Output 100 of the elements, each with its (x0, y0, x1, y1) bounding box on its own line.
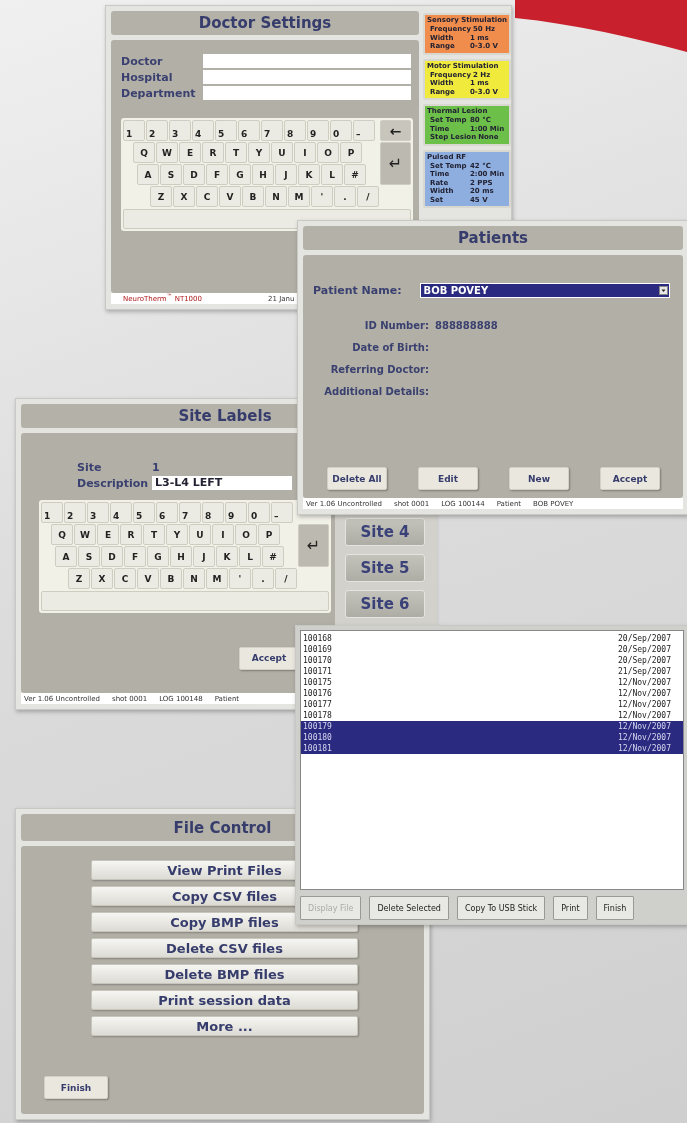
keyboard-key[interactable]: J (193, 546, 215, 567)
file-row[interactable]: 100177 12/Nov/2007 (301, 699, 683, 710)
keyboard-key[interactable]: Q (51, 524, 73, 545)
keyboard-key[interactable]: S (78, 546, 100, 567)
keyboard-key[interactable]: ' (229, 568, 251, 589)
file-action-button[interactable]: Delete CSV files (91, 938, 358, 958)
keyboard-key[interactable]: C (114, 568, 136, 589)
file-row[interactable]: 100171 21/Sep/2007 (301, 666, 683, 677)
keyboard-key[interactable]: – (271, 502, 293, 523)
keyboard-key[interactable]: H (170, 546, 192, 567)
keyboard-key[interactable]: L (321, 164, 343, 185)
keyboard-key[interactable]: K (216, 546, 238, 567)
site-button[interactable]: Site 4 (345, 518, 425, 546)
keyboard-key[interactable]: 8 (284, 120, 306, 141)
keyboard-key[interactable]: . (334, 186, 356, 207)
keyboard-key[interactable]: Y (248, 142, 270, 163)
file-action-button[interactable]: Print session data (91, 990, 358, 1010)
keyboard-key[interactable]: 6 (156, 502, 178, 523)
keyboard-key[interactable]: L (239, 546, 261, 567)
keyboard-key[interactable]: Q (133, 142, 155, 163)
keyboard-key[interactable]: O (317, 142, 339, 163)
keyboard-key[interactable]: 7 (261, 120, 283, 141)
site-button[interactable]: Site 6 (345, 590, 425, 618)
keyboard-key[interactable]: E (179, 142, 201, 163)
file-action-button[interactable]: Delete BMP files (91, 964, 358, 984)
keyboard-key[interactable]: F (124, 546, 146, 567)
keyboard-key[interactable]: 1 (123, 120, 145, 141)
action-button[interactable]: Delete All (327, 467, 387, 490)
keyboard-key[interactable]: X (91, 568, 113, 589)
keyboard-key[interactable]: # (262, 546, 284, 567)
keyboard-key[interactable]: 9 (307, 120, 329, 141)
keyboard-key[interactable]: P (340, 142, 362, 163)
action-button[interactable]: Edit (418, 467, 478, 490)
site-button[interactable]: Site 5 (345, 554, 425, 582)
file-row[interactable]: 100175 12/Nov/2007 (301, 677, 683, 688)
keyboard-key[interactable]: 9 (225, 502, 247, 523)
keyboard-key[interactable]: Z (68, 568, 90, 589)
keyboard-key[interactable]: X (173, 186, 195, 207)
keyboard-key[interactable]: 2 (146, 120, 168, 141)
keyboard-key[interactable]: 0 (330, 120, 352, 141)
keyboard-key[interactable]: 3 (87, 502, 109, 523)
keyboard-key[interactable]: I (294, 142, 316, 163)
finish-button[interactable]: Finish (44, 1076, 108, 1099)
keyboard-key[interactable]: D (101, 546, 123, 567)
keyboard-key[interactable]: 5 (215, 120, 237, 141)
description-field[interactable]: L3-L4 LEFT (152, 476, 292, 490)
keyboard-key[interactable]: W (74, 524, 96, 545)
keyboard-key[interactable]: 4 (110, 502, 132, 523)
keyboard-key[interactable]: N (183, 568, 205, 589)
keyboard-key[interactable]: / (357, 186, 379, 207)
action-button[interactable]: Accept (600, 467, 660, 490)
keyboard-key[interactable]: V (137, 568, 159, 589)
keyboard-key[interactable]: J (275, 164, 297, 185)
keyboard-key[interactable]: Z (150, 186, 172, 207)
keyboard-key[interactable]: 6 (238, 120, 260, 141)
keyboard-key[interactable]: E (97, 524, 119, 545)
keyboard-key[interactable]: U (189, 524, 211, 545)
keyboard-key[interactable]: B (160, 568, 182, 589)
keyboard-key[interactable]: A (55, 546, 77, 567)
file-row[interactable]: 100178 12/Nov/2007 (301, 710, 683, 721)
input-field[interactable] (203, 70, 411, 84)
action-button[interactable]: New (509, 467, 569, 490)
keyboard-key[interactable]: B (242, 186, 264, 207)
file-row[interactable]: 100169 20/Sep/2007 (301, 644, 683, 655)
file-button[interactable]: Print (553, 896, 588, 920)
file-row[interactable]: 100181 12/Nov/2007 (301, 743, 683, 754)
keyboard-key[interactable]: R (202, 142, 224, 163)
keyboard-key[interactable]: G (229, 164, 251, 185)
keyboard-key[interactable]: T (225, 142, 247, 163)
file-row[interactable]: 100179 12/Nov/2007 (301, 721, 683, 732)
keyboard-key[interactable]: P (258, 524, 280, 545)
keyboard-key[interactable]: H (252, 164, 274, 185)
file-row[interactable]: 100170 20/Sep/2007 (301, 655, 683, 666)
keyboard-key[interactable]: N (265, 186, 287, 207)
file-button[interactable]: Delete Selected (369, 896, 449, 920)
file-button[interactable]: Finish (595, 896, 635, 920)
enter-key[interactable]: ↵ (298, 524, 329, 567)
file-action-button[interactable]: More ... (91, 1016, 358, 1036)
file-button[interactable]: Copy To USB Stick (456, 896, 546, 920)
keyboard-key[interactable]: U (271, 142, 293, 163)
input-field[interactable] (203, 54, 411, 68)
keyboard-key[interactable]: S (160, 164, 182, 185)
keyboard-key[interactable]: M (288, 186, 310, 207)
keyboard-key[interactable]: 7 (179, 502, 201, 523)
keyboard-key[interactable]: M (206, 568, 228, 589)
keyboard-key[interactable]: 2 (64, 502, 86, 523)
keyboard-key[interactable]: 4 (192, 120, 214, 141)
keyboard-key[interactable]: 8 (202, 502, 224, 523)
keyboard-key[interactable]: Y (166, 524, 188, 545)
keyboard-key[interactable]: / (275, 568, 297, 589)
keyboard-key[interactable]: D (183, 164, 205, 185)
keyboard-key[interactable]: R (120, 524, 142, 545)
keyboard-key[interactable]: 5 (133, 502, 155, 523)
keyboard-key[interactable]: # (344, 164, 366, 185)
keyboard-key[interactable]: W (156, 142, 178, 163)
keyboard-key[interactable]: – (353, 120, 375, 141)
keyboard-key[interactable]: G (147, 546, 169, 567)
enter-key[interactable]: ↵ (380, 142, 411, 185)
keyboard-key[interactable]: K (298, 164, 320, 185)
keyboard-key[interactable]: A (137, 164, 159, 185)
